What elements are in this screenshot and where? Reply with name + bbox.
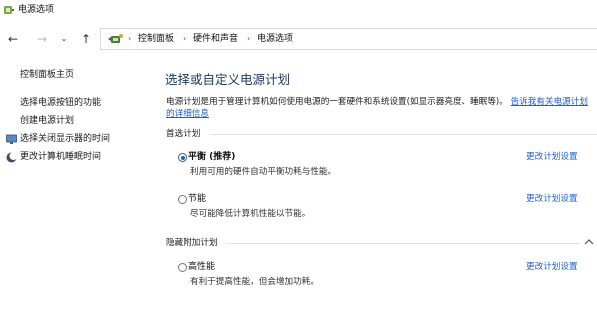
breadcrumb-power-options[interactable]: 电源选项 bbox=[257, 33, 293, 45]
sidebar-item-power-button[interactable]: 选择电源按钮的功能 bbox=[20, 97, 101, 109]
sidebar-item-control-panel-home[interactable]: 控制面板主页 bbox=[20, 69, 74, 81]
display-icon bbox=[6, 134, 17, 144]
section-divider bbox=[226, 243, 580, 244]
sidebar-item-create-plan[interactable]: 创建电源计划 bbox=[20, 115, 74, 127]
description-text: 电源计划是用于管理计算机如何使用电源的一套硬件和系统设置(如显示器亮度、睡眠等)… bbox=[166, 97, 508, 107]
window-title: 电源选项 bbox=[18, 5, 55, 15]
plan-balanced-description: 利用可用的硬件自动平衡功耗与性能。 bbox=[190, 167, 337, 177]
power-options-icon bbox=[4, 6, 14, 14]
forward-arrow-icon[interactable]: → bbox=[34, 31, 50, 47]
chevron-up-icon[interactable] bbox=[584, 238, 594, 246]
plan-power-saver-change-settings-link[interactable]: 更改计划设置 bbox=[526, 193, 578, 205]
plan-power-saver-radio[interactable] bbox=[178, 195, 187, 204]
plan-high-performance-description: 有利于提高性能，但会增加功耗。 bbox=[190, 277, 319, 287]
section-divider bbox=[210, 134, 597, 135]
preferred-plans-label: 首选计划 bbox=[166, 129, 201, 139]
breadcrumb-hardware-sound[interactable]: 硬件和声音 bbox=[193, 33, 238, 45]
plan-power-saver-name[interactable]: 节能 bbox=[188, 193, 206, 205]
plan-high-performance-change-settings-link[interactable]: 更改计划设置 bbox=[526, 261, 578, 273]
plan-high-performance-radio[interactable] bbox=[178, 263, 187, 272]
plan-balanced-radio[interactable] bbox=[178, 153, 187, 162]
navigation-bar: ← → ⌄ ↑ › 控制面板 › 硬件和声音 › 电源选项 bbox=[0, 25, 597, 53]
control-panel-icon bbox=[108, 34, 123, 43]
page-title: 选择或自定义电源计划 bbox=[165, 72, 291, 87]
page-description: 电源计划是用于管理计算机如何使用电源的一套硬件和系统设置(如显示器亮度、睡眠等)… bbox=[166, 96, 596, 120]
breadcrumb-control-panel[interactable]: 控制面板 bbox=[138, 33, 174, 45]
address-bar[interactable]: › 控制面板 › 硬件和声音 › 电源选项 bbox=[100, 28, 597, 50]
hidden-plans-label[interactable]: 隐藏附加计划 bbox=[166, 237, 218, 249]
sidebar-item-display-off[interactable]: 选择关闭显示器的时间 bbox=[20, 133, 110, 145]
moon-icon bbox=[6, 152, 17, 163]
plan-balanced-name[interactable]: 平衡 (推荐) bbox=[188, 151, 235, 163]
plan-power-saver-description: 尽可能降低计算机性能以节能。 bbox=[190, 209, 311, 219]
breadcrumb-separator-icon: › bbox=[128, 34, 132, 43]
breadcrumb-separator-icon: › bbox=[183, 34, 187, 43]
title-bar: 电源选项 bbox=[0, 0, 597, 22]
plan-high-performance-name[interactable]: 高性能 bbox=[188, 261, 215, 273]
plan-balanced-change-settings-link[interactable]: 更改计划设置 bbox=[526, 151, 578, 163]
sidebar-item-sleep-time[interactable]: 更改计算机睡眠时间 bbox=[20, 151, 101, 163]
back-arrow-icon[interactable]: ← bbox=[5, 31, 21, 47]
breadcrumb-separator-icon: › bbox=[247, 34, 251, 43]
recent-locations-chevron-icon[interactable]: ⌄ bbox=[59, 31, 69, 47]
up-arrow-icon[interactable]: ↑ bbox=[78, 31, 94, 47]
